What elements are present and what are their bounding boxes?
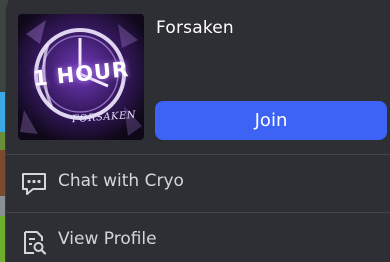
menu-item-view-profile[interactable]: View Profile xyxy=(6,213,390,262)
menu-item-label: Chat with Cryo xyxy=(58,171,184,191)
join-button[interactable]: Join xyxy=(155,101,387,140)
game-thumbnail[interactable]: 1 HOUR FORSAKEN xyxy=(18,14,144,140)
game-title: Forsaken xyxy=(156,18,234,38)
profile-search-icon xyxy=(20,228,48,256)
player-context-panel: 1 HOUR FORSAKEN Forsaken Join Chat with … xyxy=(6,0,390,262)
menu-item-label: View Profile xyxy=(58,229,157,249)
chat-bubble-icon xyxy=(20,170,48,198)
context-menu-stage: 1 HOUR FORSAKEN Forsaken Join Chat with … xyxy=(0,0,390,262)
menu-item-chat[interactable]: Chat with Cryo xyxy=(6,155,390,209)
